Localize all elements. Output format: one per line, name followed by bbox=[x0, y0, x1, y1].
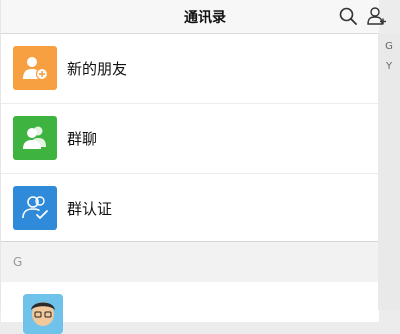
index-letter-y[interactable]: Y bbox=[378, 57, 400, 77]
new-friends-label: 新的朋友 bbox=[67, 60, 128, 78]
search-icon[interactable] bbox=[337, 5, 359, 27]
header-bar: 通讯录 bbox=[1, 0, 386, 34]
contact-row[interactable] bbox=[1, 282, 379, 334]
section-header-g: G bbox=[1, 241, 379, 283]
index-letter-g[interactable]: G bbox=[378, 37, 400, 57]
group-chat-label: 群聊 bbox=[67, 130, 98, 148]
new-friends-row[interactable]: 新的朋友 bbox=[1, 34, 379, 103]
person-plus-icon bbox=[13, 46, 57, 90]
section-letter: G bbox=[13, 255, 23, 269]
group-verified-icon bbox=[13, 186, 57, 230]
cartoon-avatar bbox=[23, 294, 63, 334]
group-verify-label: 群认证 bbox=[67, 200, 113, 218]
group-icon bbox=[13, 116, 57, 160]
index-bar: G Y bbox=[378, 34, 400, 310]
group-verify-row[interactable]: 群认证 bbox=[1, 173, 379, 243]
add-contact-icon[interactable] bbox=[365, 5, 387, 27]
contacts-panel: 通讯录 新的朋友 群聊 群认证 G bbox=[0, 0, 386, 334]
group-chat-row[interactable]: 群聊 bbox=[1, 103, 379, 173]
function-list: 新的朋友 群聊 群认证 bbox=[1, 34, 379, 243]
page-title: 通讯录 bbox=[184, 10, 226, 26]
